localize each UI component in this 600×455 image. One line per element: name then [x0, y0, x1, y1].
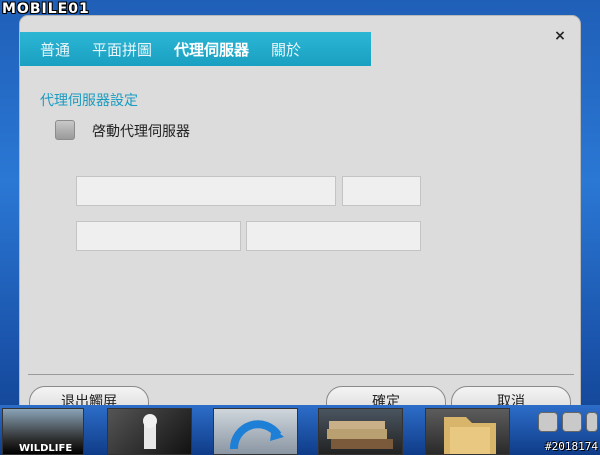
tab-general[interactable]: 普通	[40, 39, 70, 60]
taskbar	[0, 405, 600, 455]
tab-puzzle[interactable]: 平面拼圖	[92, 39, 152, 60]
enable-proxy-label: 啓動代理伺服器	[92, 124, 190, 140]
settings-dialog: 普通 平面拼圖 代理伺服器 關於 × 代理伺服器設定 啓動代理伺服器 退出觸屏 …	[19, 15, 581, 455]
tray-camera-icon[interactable]	[538, 412, 558, 432]
section-title: 代理伺服器設定	[40, 93, 138, 109]
watermark-id: #2018174	[545, 440, 598, 453]
close-icon[interactable]: ×	[552, 28, 568, 44]
wildlife-thumbnail[interactable]: WILDLIFE	[2, 408, 84, 455]
tab-bar: 普通 平面拼圖 代理伺服器 關於	[20, 32, 371, 66]
tab-proxy[interactable]: 代理伺服器	[174, 39, 249, 60]
sync-icon[interactable]	[213, 408, 298, 455]
password-field[interactable]	[246, 221, 421, 251]
tab-about[interactable]: 關於	[271, 39, 301, 60]
proxy-address-field[interactable]	[76, 176, 336, 206]
tray-photo-icon[interactable]	[562, 412, 582, 432]
chess-icon[interactable]	[107, 408, 192, 455]
folder-glyph-icon	[444, 417, 496, 454]
username-field[interactable]	[76, 221, 241, 251]
divider	[28, 374, 574, 375]
folder-icon[interactable]	[425, 408, 510, 455]
refresh-arrows-icon	[229, 420, 284, 450]
proxy-port-field[interactable]	[342, 176, 421, 206]
chess-piece-icon	[143, 414, 157, 449]
wildlife-label: WILDLIFE	[19, 443, 73, 454]
tray-media-icon[interactable]	[586, 412, 598, 432]
books-icon[interactable]	[318, 408, 403, 455]
enable-proxy-checkbox[interactable]	[55, 120, 75, 140]
book-stack-icon	[327, 421, 393, 449]
